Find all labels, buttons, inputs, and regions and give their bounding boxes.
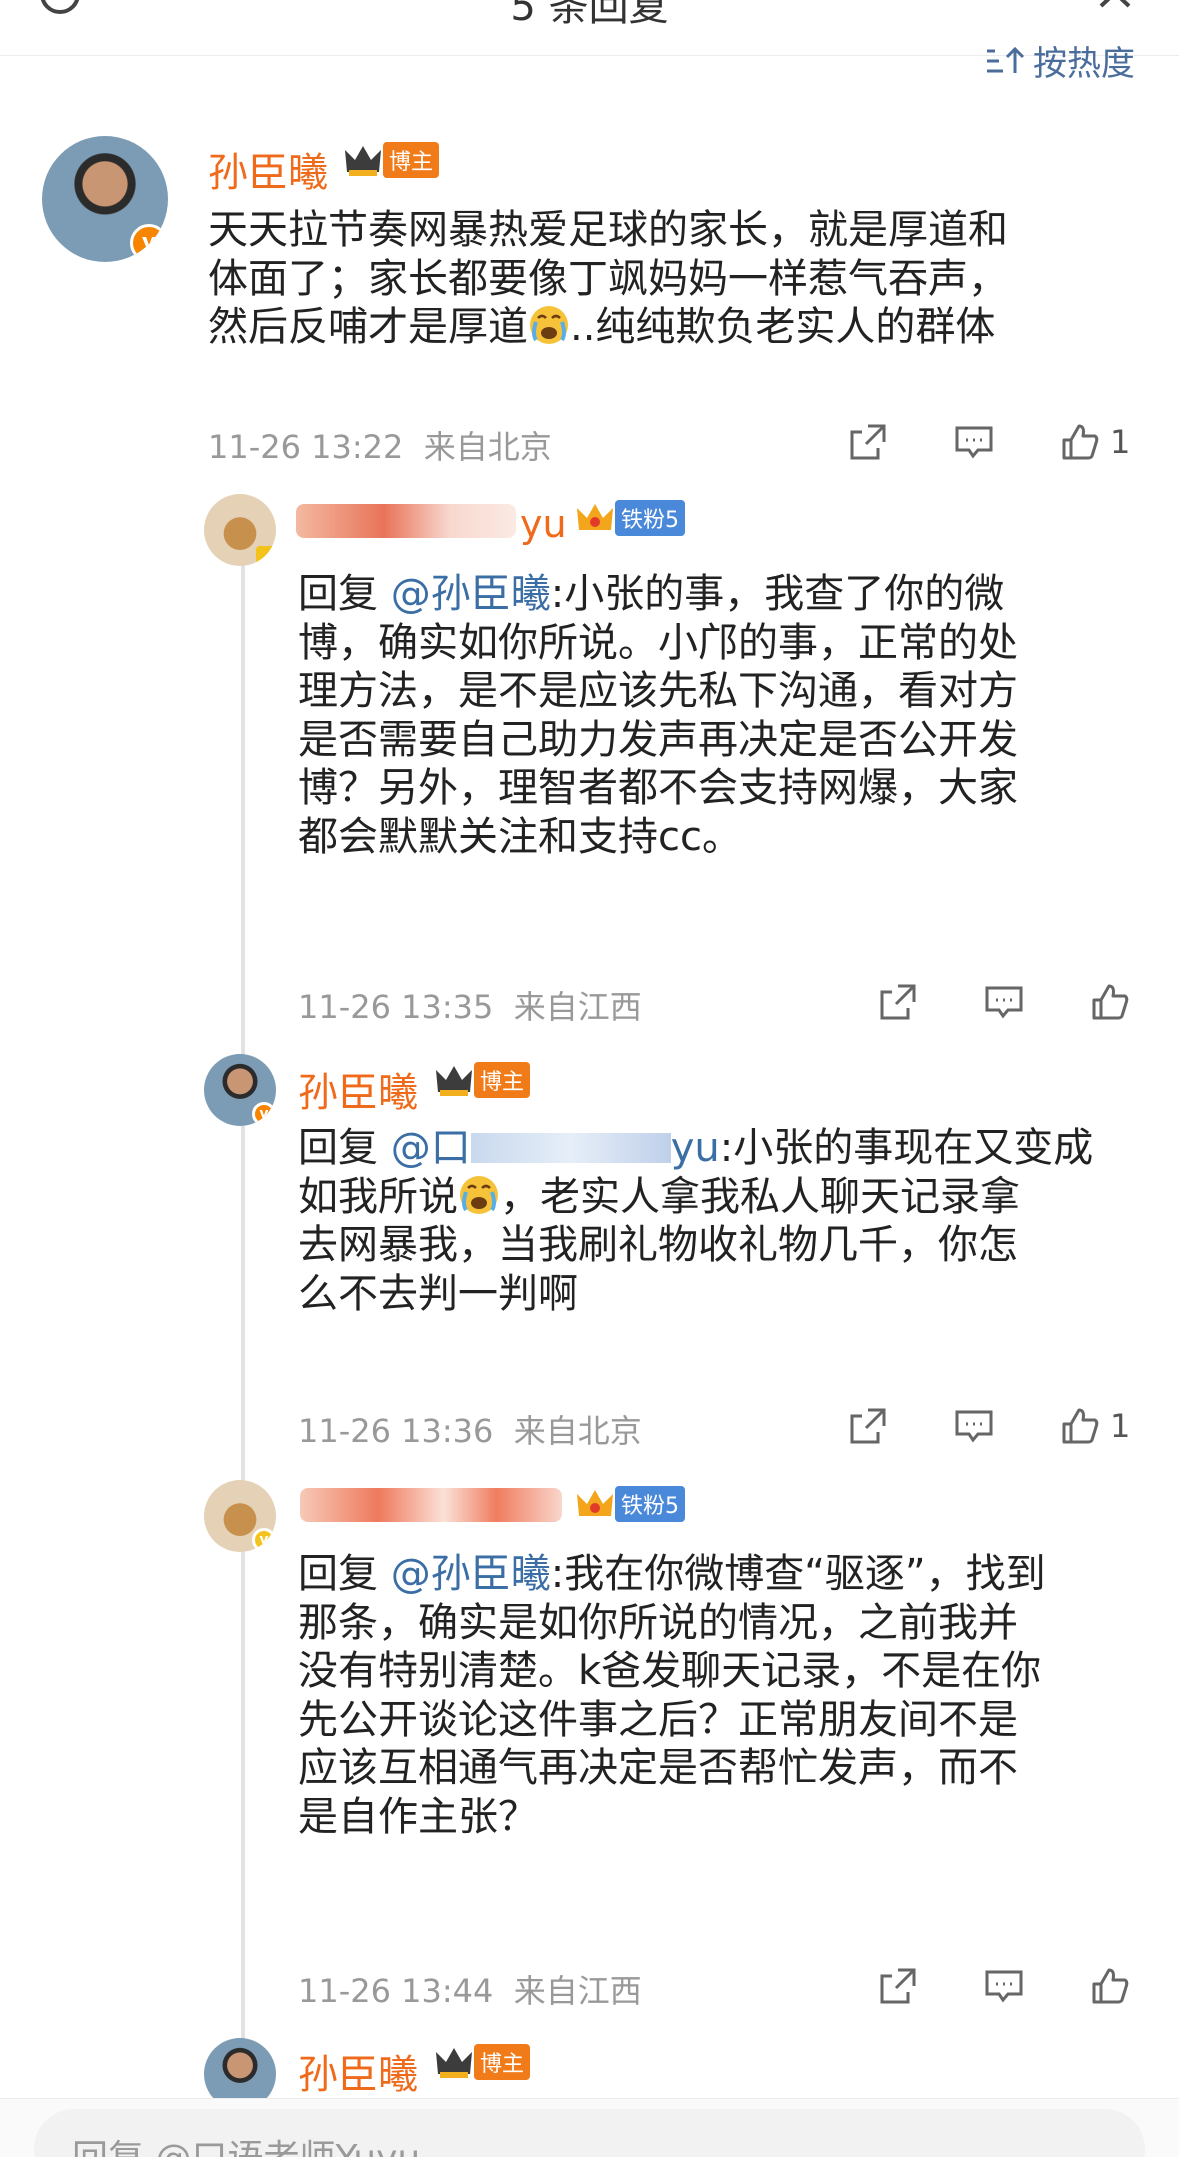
- share-icon[interactable]: [878, 982, 918, 1022]
- share-icon[interactable]: [848, 422, 888, 462]
- comment-meta: 11-26 13:44 来自江西: [298, 1972, 642, 2010]
- crown-icon: [345, 146, 381, 176]
- like-icon[interactable]: [1060, 1406, 1100, 1446]
- blurred-mention: [470, 1133, 671, 1163]
- blurred-username: [296, 504, 516, 538]
- tag-label: 博主: [474, 2044, 531, 2080]
- crown-icon: [577, 1490, 613, 1516]
- like-icon[interactable]: [1060, 422, 1100, 462]
- reply-text: 回复 @孙臣曦:小张的事，我查了你的微 博，确实如你所说。小邝的事，正常的处 理…: [298, 571, 1018, 860]
- reply-item: v 铁粉5 回复 @孙臣曦:我在你微博查“驱逐”，找到 那条，确实是如你所说的情…: [0, 1478, 1179, 2018]
- comment-actions: [878, 982, 1130, 1022]
- username[interactable]: 孙臣曦: [208, 140, 328, 198]
- comment-meta: 11-26 13:35 来自江西: [298, 988, 642, 1026]
- comment-icon[interactable]: [984, 982, 1024, 1022]
- avatar[interactable]: v: [204, 1480, 276, 1552]
- avatar[interactable]: [204, 2038, 276, 2098]
- comment-text: 天天拉节奏网暴热爱足球的家长，就是厚道和 体面了；家长都要像丁飒妈妈一样惹气吞声…: [208, 207, 1008, 350]
- avatar[interactable]: [204, 494, 276, 566]
- comment-meta: 11-26 13:36 来自北京: [298, 1412, 642, 1450]
- comment-actions: [878, 1966, 1130, 2006]
- verified-badge: v: [252, 1102, 276, 1126]
- comment-actions: 1: [848, 422, 1130, 462]
- reply-input[interactable]: 回复 @口语老师Yuyu: [34, 2109, 1145, 2157]
- mention-link[interactable]: @孙臣曦: [391, 1551, 551, 1597]
- crying-emoji-icon: [460, 1175, 498, 1214]
- like-icon[interactable]: [1090, 1966, 1130, 2006]
- like-count: 1: [1110, 1407, 1131, 1445]
- avatar-badge: [256, 546, 276, 566]
- avatar[interactable]: v: [42, 136, 168, 262]
- mention-link[interactable]: @口 yu: [391, 1125, 720, 1171]
- username[interactable]: 孙臣曦: [298, 2042, 418, 2098]
- crying-emoji-icon: [530, 306, 568, 344]
- reply-bar: 回复 @口语老师Yuyu: [0, 2098, 1179, 2157]
- mention-link[interactable]: @孙臣曦: [391, 571, 551, 617]
- fan-tag: 铁粉5: [575, 500, 685, 536]
- crown-icon: [577, 504, 613, 530]
- avatar[interactable]: v: [204, 1054, 276, 1126]
- verified-badge: v: [252, 1528, 276, 1552]
- share-icon[interactable]: [878, 1966, 918, 2006]
- sort-button[interactable]: 按热度: [985, 40, 1135, 80]
- username[interactable]: yu: [520, 502, 567, 546]
- reply-item: v 孙臣曦 博主 回复 @口 yu:小张的事现在又变成 如我所说 ，老实人拿我私人聊…: [0, 1052, 1179, 1452]
- comment-item: v 孙臣曦 博主 天天拉节奏网暴热爱足球的家长，就是厚道和 体面了；家长都要像丁…: [0, 130, 1179, 470]
- reply-item: 孙臣曦 博主: [0, 2036, 1179, 2098]
- comment-icon[interactable]: [984, 1966, 1024, 2006]
- tag-label: 博主: [474, 1062, 531, 1098]
- reply-text: 回复 @孙臣曦:我在你微博查“驱逐”，找到 那条，确实是如你所说的情况，之前我并…: [298, 1551, 1046, 1840]
- crown-icon: [436, 2048, 472, 2078]
- blogger-tag: 博主: [434, 1062, 531, 1098]
- comment-icon[interactable]: [954, 1406, 994, 1446]
- reply-text: 回复 @口 yu:小张的事现在又变成 如我所说 ，老实人拿我私人聊天记录拿 去网暴我…: [298, 1125, 1094, 1317]
- tag-label: 铁粉5: [615, 500, 685, 536]
- comment-icon[interactable]: [954, 422, 994, 462]
- blurred-username: [300, 1488, 562, 1522]
- comment-actions: 1: [848, 1406, 1130, 1446]
- reply-item: yu 铁粉5 回复 @孙臣曦:小张的事，我查了你的微 博，确实如你所说。小邝的事…: [0, 490, 1179, 1030]
- page-title: 5 条回复: [510, 0, 669, 30]
- share-icon[interactable]: [848, 1406, 888, 1446]
- like-icon[interactable]: [1090, 982, 1130, 1022]
- close-icon[interactable]: [1095, 0, 1135, 8]
- sort-icon: [987, 46, 1025, 73]
- verified-badge: v: [130, 224, 168, 262]
- like-count: 1: [1110, 423, 1131, 461]
- blogger-tag: 博主: [434, 2044, 531, 2080]
- fan-tag: 铁粉5: [575, 1486, 685, 1522]
- username[interactable]: 孙臣曦: [298, 1060, 418, 1118]
- comment-meta: 11-26 13:22 来自北京: [208, 428, 552, 466]
- blogger-tag: 博主: [343, 142, 440, 178]
- tag-label: 博主: [383, 142, 440, 178]
- tag-label: 铁粉5: [615, 1486, 685, 1522]
- sort-label: 按热度: [1033, 43, 1135, 81]
- crown-icon: [436, 1066, 472, 1096]
